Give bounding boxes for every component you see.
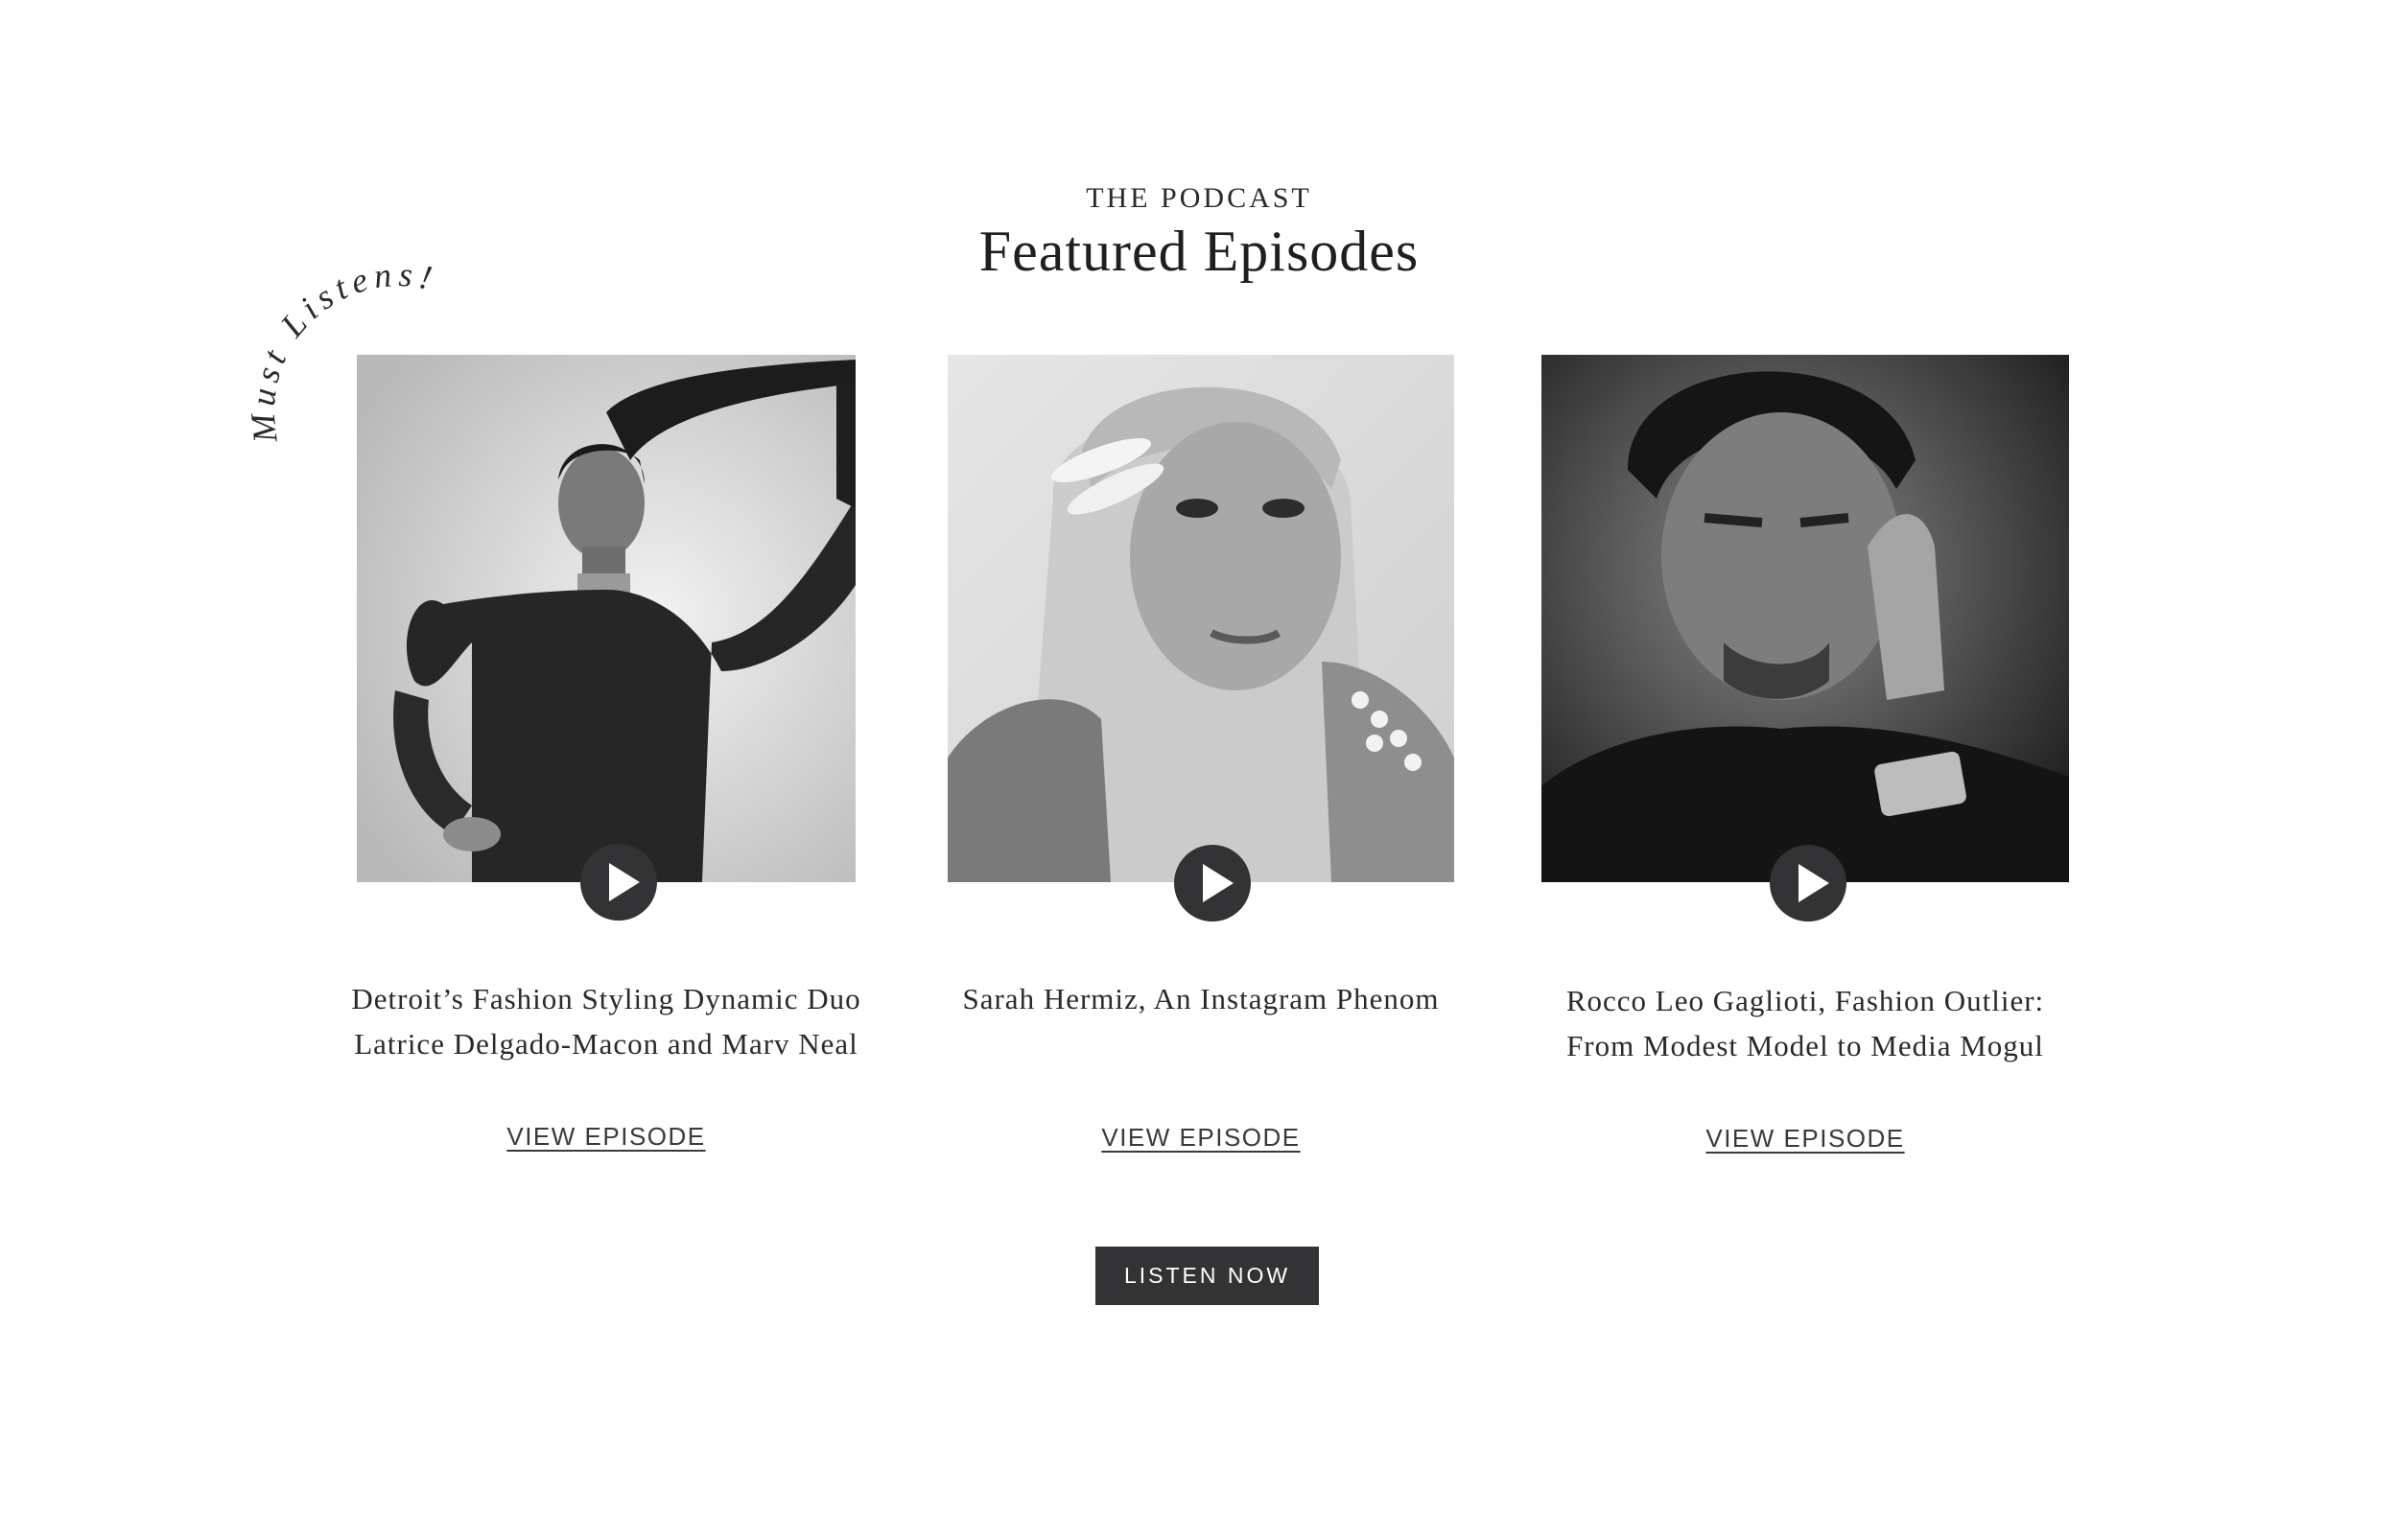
- episode-card: Rocco Leo Gaglioti, Fashion Outlier: Fro…: [1541, 355, 2069, 1189]
- episode-title-line: Detroit’s Fashion Styling Dynamic Duo: [351, 982, 861, 1015]
- portrait-photo-woman-pearl-clips: [948, 355, 1454, 882]
- episode-card: Detroit’s Fashion Styling Dynamic Duo La…: [351, 355, 860, 1189]
- view-episode-link[interactable]: VIEW EPISODE: [357, 1122, 856, 1152]
- episode-title-line: From Modest Model to Media Mogul: [1566, 1029, 2044, 1062]
- episode-photo[interactable]: [948, 355, 1454, 882]
- play-icon[interactable]: [580, 844, 657, 921]
- play-icon[interactable]: [1174, 845, 1251, 922]
- portrait-photo-man: [1541, 355, 2069, 882]
- portrait-photo-woman-ponytail: [357, 355, 856, 882]
- episode-title-line: Sarah Hermiz, An Instagram Phenom: [962, 982, 1440, 1015]
- episode-photo[interactable]: [1541, 355, 2069, 882]
- episode-title: Detroit’s Fashion Styling Dynamic Duo La…: [318, 976, 894, 1066]
- play-icon[interactable]: [1770, 845, 1846, 922]
- view-episode-link[interactable]: VIEW EPISODE: [948, 1123, 1454, 1153]
- view-episode-link[interactable]: VIEW EPISODE: [1541, 1124, 2069, 1154]
- listen-now-button[interactable]: LISTEN NOW: [1095, 1247, 1319, 1305]
- episode-title: Sarah Hermiz, An Instagram Phenom: [909, 976, 1493, 1021]
- episode-title: Rocco Leo Gaglioti, Fashion Outlier: Fro…: [1503, 978, 2107, 1068]
- episode-title-line: Latrice Delgado-Macon and Marv Neal: [354, 1027, 858, 1061]
- episode-photo[interactable]: [357, 355, 856, 882]
- section-eyebrow: THE PODCAST: [1086, 182, 1312, 214]
- episode-card: Sarah Hermiz, An Instagram Phenom VIEW E…: [948, 355, 1454, 1189]
- episode-title-line: Rocco Leo Gaglioti, Fashion Outlier:: [1565, 984, 2045, 1017]
